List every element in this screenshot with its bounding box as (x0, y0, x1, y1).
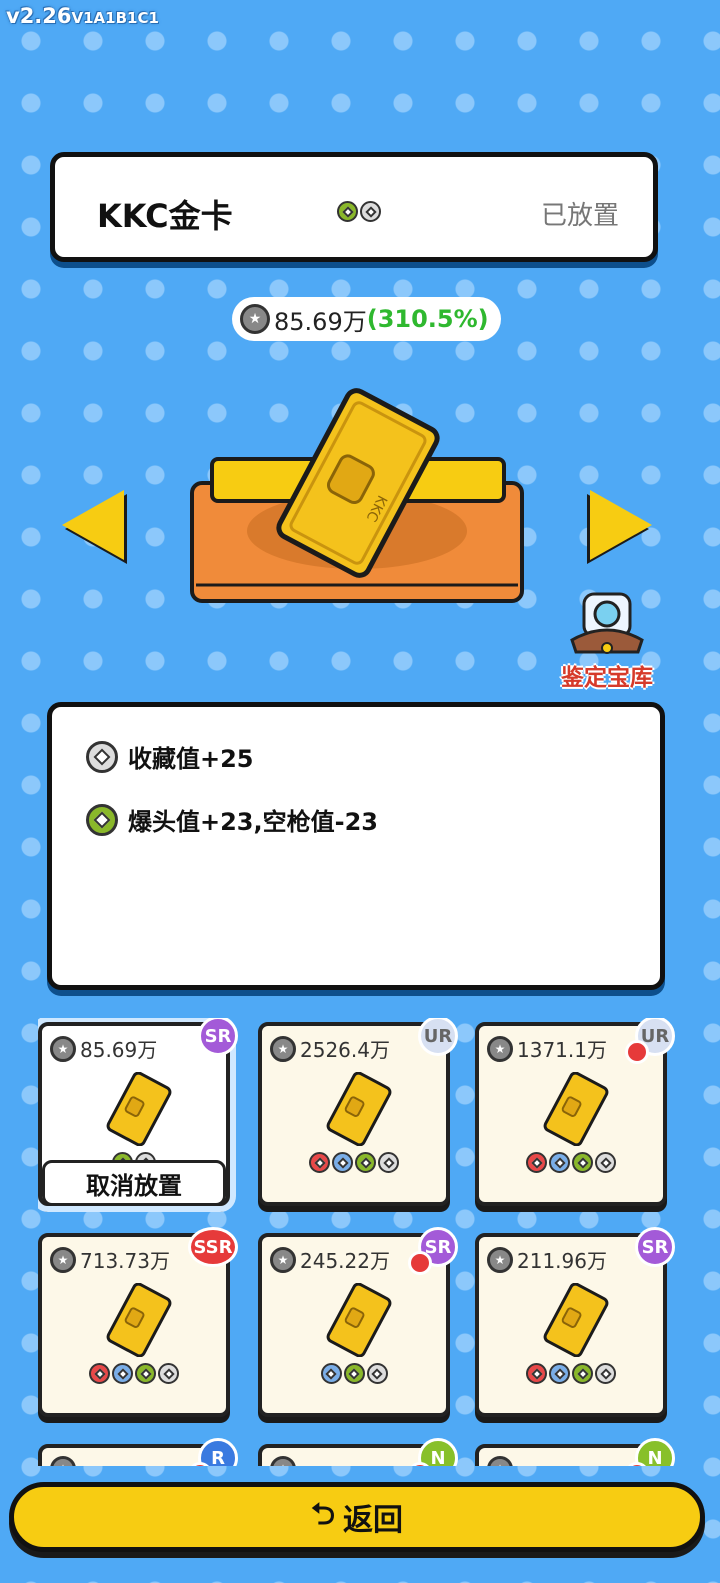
card-attribute-icons (479, 1363, 663, 1384)
card-value: ★ 245.22万 (270, 1245, 390, 1274)
card-value: ★ 713.73万 (50, 1245, 170, 1274)
item-card[interactable]: ★ 2526.4万 UR (258, 1018, 458, 1206)
card-value-text: 1371.1万 (517, 1038, 607, 1062)
card-attribute-icons (42, 1363, 226, 1384)
card-value: ★ 2526.4万 (270, 1034, 390, 1063)
appraisal-vault-button[interactable]: 鉴定宝库 (552, 590, 662, 696)
coin-icon: ★ (487, 1035, 513, 1062)
card-value-text: 85.69万 (80, 1038, 158, 1062)
grey-attribute-icon (595, 1363, 616, 1384)
rarity-badge: SSR (188, 1227, 238, 1267)
item-card[interactable]: ★R (38, 1438, 238, 1466)
coin-icon: ★ (270, 1456, 296, 1466)
card-value-text: 211.96万 (517, 1249, 607, 1273)
red-attribute-icon (89, 1363, 110, 1384)
grey-attribute-icon (366, 1363, 388, 1384)
red-attribute-icon (526, 1363, 547, 1384)
item-card[interactable]: ★N (475, 1438, 675, 1466)
coin-icon: ★ (487, 1456, 513, 1466)
attribute-text: 收藏值+25 (128, 745, 254, 773)
gold-card-icon (543, 1072, 609, 1146)
coin-icon: ★ (240, 304, 270, 334)
previous-arrow-icon[interactable] (62, 490, 124, 560)
grey-attribute-icon (158, 1363, 179, 1384)
gold-card-icon (106, 1072, 172, 1146)
coin-icon: ★ (487, 1246, 513, 1273)
coin-icon: ★ (270, 1246, 296, 1273)
card-value-text: 2526.4万 (300, 1038, 390, 1062)
item-card[interactable]: ★ 211.96万 SR (475, 1227, 675, 1417)
card-value: ★ 85.69万 (50, 1034, 157, 1063)
display-stand: KKC (190, 388, 524, 603)
card-attribute-icons (262, 1363, 446, 1384)
blue-attribute-icon (549, 1363, 570, 1384)
blue-attribute-icon (112, 1363, 133, 1384)
card-value-text: 245.22万 (300, 1249, 390, 1273)
value-percent: (310.5%) (366, 305, 489, 333)
gold-card-icon (106, 1283, 172, 1357)
rarity-badge: UR (418, 1018, 458, 1056)
coin-icon: ★ (50, 1246, 76, 1273)
notification-dot (625, 1040, 649, 1064)
item-card[interactable]: ★ 1371.1万 UR (475, 1018, 675, 1206)
attribute-text: 爆头值+23,空枪值-23 (128, 808, 378, 836)
blue-attribute-icon (320, 1363, 342, 1384)
cancel-placement-button[interactable]: 取消放置 (42, 1160, 226, 1206)
grey-attribute-icon (360, 201, 381, 222)
item-card[interactable]: ★ 245.22万 SR (258, 1227, 458, 1417)
vault-machine-icon (570, 592, 644, 654)
item-name: KKC金卡 (97, 197, 233, 235)
green-attribute-icon (86, 803, 118, 836)
card-value: ★ (270, 1456, 300, 1466)
card-attribute-icons (262, 1152, 446, 1173)
blue-attribute-icon (549, 1152, 570, 1173)
item-card[interactable]: ★ 713.73万 SSR (38, 1227, 238, 1417)
card-value: ★ (50, 1456, 80, 1466)
coin-icon: ★ (50, 1035, 76, 1062)
green-attribute-icon (572, 1363, 593, 1384)
grey-attribute-icon (378, 1152, 399, 1173)
attribute-description-panel: 收藏值+25 爆头值+23,空枪值-23 (47, 702, 665, 990)
grey-attribute-icon (86, 740, 118, 773)
blue-attribute-icon (332, 1152, 353, 1173)
rarity-badge: SR (635, 1227, 675, 1267)
attribute-icons (337, 201, 381, 222)
return-label: 返回 (343, 1503, 404, 1538)
green-attribute-icon (135, 1363, 156, 1384)
placement-status: 已放置 (540, 201, 619, 231)
card-value: ★ 211.96万 (487, 1245, 607, 1274)
green-attribute-icon (343, 1363, 365, 1384)
attribute-row-effects: 爆头值+23,空枪值-23 (86, 802, 378, 837)
red-attribute-icon (309, 1152, 330, 1173)
red-attribute-icon (526, 1152, 547, 1173)
card-value: ★ (487, 1456, 517, 1466)
grey-attribute-icon (595, 1152, 616, 1173)
green-attribute-icon (337, 201, 358, 222)
rarity-badge: SR (198, 1018, 238, 1056)
item-value: 85.69万 (274, 307, 367, 336)
item-card[interactable]: ★ 85.69万 SR 取消放置 (38, 1018, 238, 1212)
green-attribute-icon (572, 1152, 593, 1173)
vault-label: 鉴定宝库 (561, 665, 653, 691)
next-arrow-icon[interactable] (590, 490, 652, 560)
card-grid: ★ 85.69万 SR 取消放置 ★ 2526.4万 UR ★ 1371.1万 UR ★ 713.73… (38, 1018, 698, 1466)
return-arrow-icon: ⮌ (310, 1496, 336, 1532)
version-label: v2.26V1A1B1C1 (6, 4, 159, 28)
gold-card-icon (543, 1283, 609, 1357)
coin-icon: ★ (50, 1456, 76, 1466)
item-value-pill: ★ 85.69万 (310.5%) (232, 297, 501, 341)
green-attribute-icon (355, 1152, 376, 1173)
card-attribute-icons (479, 1152, 663, 1173)
item-card[interactable]: ★N (258, 1438, 458, 1466)
gold-card-icon (326, 1072, 392, 1146)
coin-icon: ★ (270, 1035, 296, 1062)
attribute-row-collection: 收藏值+25 (86, 739, 254, 774)
card-value-text: 713.73万 (80, 1249, 170, 1273)
gold-card-icon (326, 1283, 392, 1357)
return-button[interactable]: ⮌ 返回 (9, 1482, 705, 1552)
card-value: ★ 1371.1万 (487, 1034, 607, 1063)
item-title-panel: KKC金卡 已放置 (50, 152, 658, 262)
notification-dot (408, 1251, 432, 1275)
